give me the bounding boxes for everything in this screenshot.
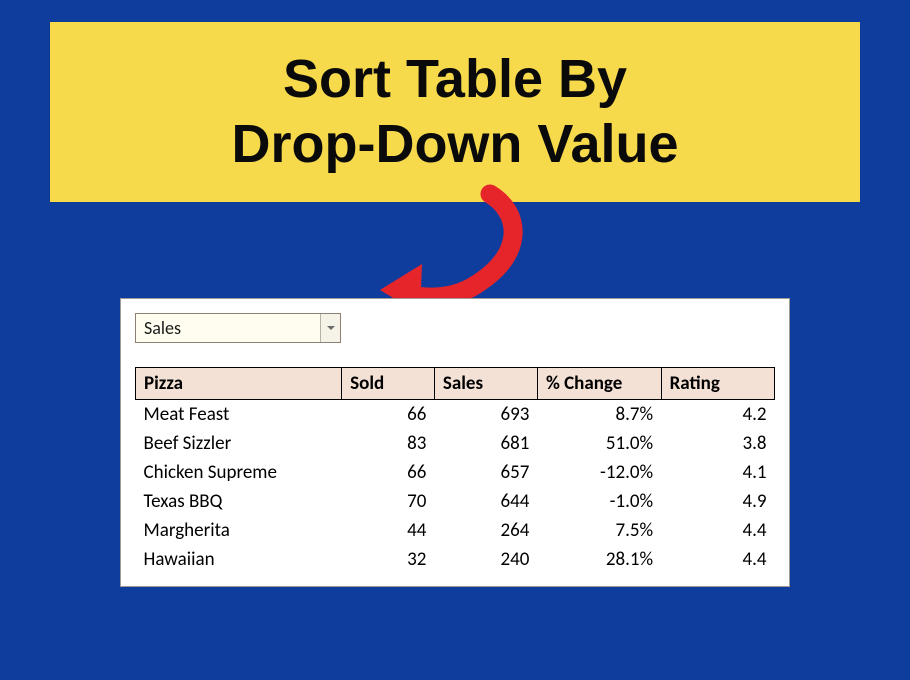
table-row: Hawaiian 32 240 28.1% 4.4 — [136, 545, 775, 574]
title-card: Sort Table By Drop-Down Value — [50, 22, 860, 202]
cell-rating: 4.4 — [661, 516, 774, 545]
cell-change: 8.7% — [537, 400, 661, 430]
sort-dropdown-value: Sales — [136, 314, 320, 342]
table-row: Beef Sizzler 83 681 51.0% 3.8 — [136, 429, 775, 458]
cell-sold: 44 — [342, 516, 435, 545]
cell-change: 51.0% — [537, 429, 661, 458]
cell-sold: 66 — [342, 458, 435, 487]
spreadsheet-panel: Sales Pizza Sold Sales % Change Rating M… — [120, 298, 790, 587]
page-title: Sort Table By Drop-Down Value — [231, 47, 678, 177]
cell-change: 28.1% — [537, 545, 661, 574]
table-row: Chicken Supreme 66 657 -12.0% 4.1 — [136, 458, 775, 487]
cell-sales: 657 — [434, 458, 537, 487]
cell-sales: 240 — [434, 545, 537, 574]
cell-rating: 3.8 — [661, 429, 774, 458]
col-header-sold: Sold — [342, 368, 435, 400]
cell-sales: 681 — [434, 429, 537, 458]
cell-sales: 264 — [434, 516, 537, 545]
cell-rating: 4.2 — [661, 400, 774, 430]
cell-rating: 4.4 — [661, 545, 774, 574]
cell-change: 7.5% — [537, 516, 661, 545]
pizza-table: Pizza Sold Sales % Change Rating Meat Fe… — [135, 367, 775, 574]
col-header-sales: Sales — [434, 368, 537, 400]
col-header-change: % Change — [537, 368, 661, 400]
cell-pizza: Beef Sizzler — [136, 429, 342, 458]
cell-pizza: Meat Feast — [136, 400, 342, 430]
sort-dropdown-button[interactable] — [320, 314, 340, 342]
cell-sold: 83 — [342, 429, 435, 458]
cell-rating: 4.1 — [661, 458, 774, 487]
cell-pizza: Texas BBQ — [136, 487, 342, 516]
cell-sales: 693 — [434, 400, 537, 430]
sort-dropdown[interactable]: Sales — [135, 313, 341, 343]
cell-sold: 70 — [342, 487, 435, 516]
table-row: Texas BBQ 70 644 -1.0% 4.9 — [136, 487, 775, 516]
cell-pizza: Margherita — [136, 516, 342, 545]
cell-sold: 66 — [342, 400, 435, 430]
table-row: Meat Feast 66 693 8.7% 4.2 — [136, 400, 775, 430]
col-header-rating: Rating — [661, 368, 774, 400]
cell-sales: 644 — [434, 487, 537, 516]
cell-rating: 4.9 — [661, 487, 774, 516]
cell-change: -12.0% — [537, 458, 661, 487]
cell-change: -1.0% — [537, 487, 661, 516]
cell-sold: 32 — [342, 545, 435, 574]
chevron-down-icon — [326, 323, 336, 333]
col-header-pizza: Pizza — [136, 368, 342, 400]
cell-pizza: Chicken Supreme — [136, 458, 342, 487]
table-row: Margherita 44 264 7.5% 4.4 — [136, 516, 775, 545]
table-header-row: Pizza Sold Sales % Change Rating — [136, 368, 775, 400]
cell-pizza: Hawaiian — [136, 545, 342, 574]
